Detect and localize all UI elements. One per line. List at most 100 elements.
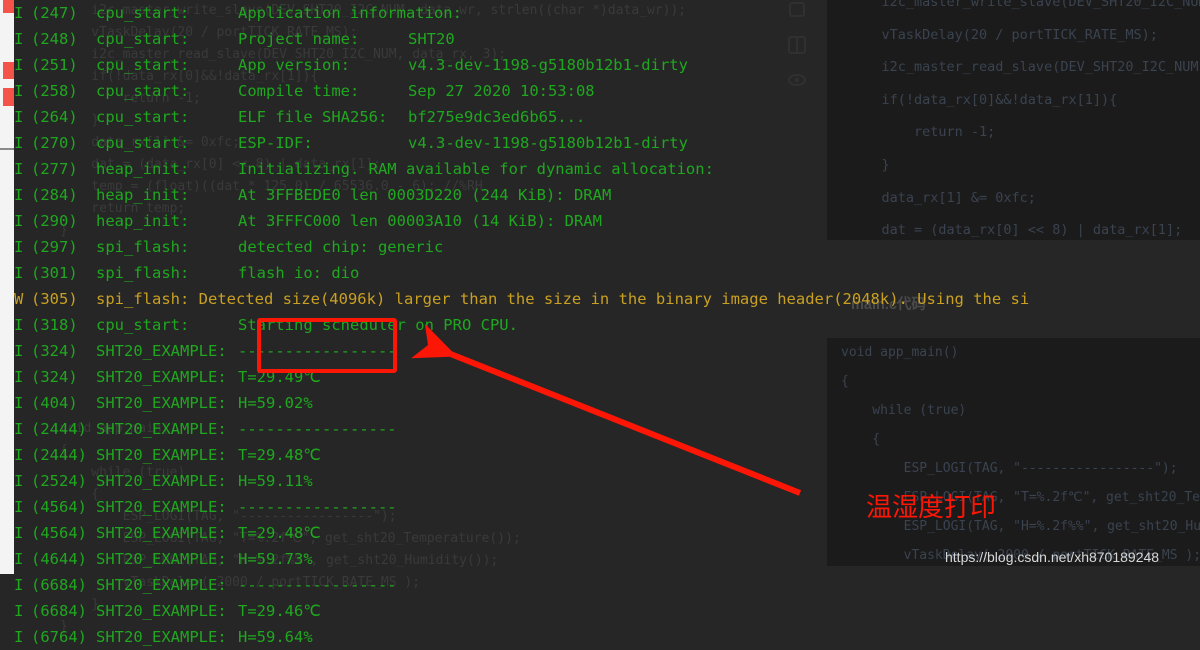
log-timestamp: (2444) (31, 446, 87, 464)
log-timestamp: (264) (31, 108, 78, 126)
log-line: I (297) spi_flash: detected chip: generic (14, 234, 1029, 260)
gutter-marker-3[interactable] (3, 88, 14, 106)
log-tag: cpu_start: (96, 316, 190, 334)
log-timestamp: (297) (31, 238, 78, 256)
log-level: I (14, 342, 24, 360)
log-message: Application information: (238, 4, 462, 22)
log-value: Sep 27 2020 10:53:08 (408, 82, 595, 100)
log-message: ----------------- (238, 576, 397, 594)
log-line: I (248) cpu_start: Project name: SHT20 (14, 26, 1029, 52)
log-tag: SHT20_EXAMPLE: (96, 602, 227, 620)
log-level: I (14, 316, 24, 334)
log-message: ----------------- (238, 420, 397, 438)
log-tag: heap_init: (96, 160, 190, 178)
log-message: Detected size(4096k) larger than the siz… (198, 290, 1030, 308)
log-value: v4.3-dev-1198-g5180b12b1-dirty (408, 56, 688, 74)
log-value: SHT20 (408, 30, 455, 48)
log-level: I (14, 446, 24, 464)
log-level: I (14, 264, 24, 282)
log-tag: SHT20_EXAMPLE: (96, 498, 227, 516)
log-timestamp: (301) (31, 264, 78, 282)
log-tag: SHT20_EXAMPLE: (96, 394, 227, 412)
log-level: I (14, 368, 24, 386)
log-tag: SHT20_EXAMPLE: (96, 524, 227, 542)
log-line: I (277) heap_init: Initializing. RAM availa… (14, 156, 1029, 182)
log-line: I (247) cpu_start: Application information: (14, 0, 1029, 26)
log-line: W (305) spi_flash: Detected size(4096k) la… (14, 286, 1029, 312)
log-message: H=59.73% (238, 550, 313, 568)
log-tag: cpu_start: (96, 30, 190, 48)
log-tag: SHT20_EXAMPLE: (96, 628, 227, 646)
log-level: I (14, 160, 24, 178)
annotation-temp-humidity-print: 温湿度打印 (866, 493, 997, 523)
log-level: I (14, 4, 24, 22)
log-message: ----------------- (238, 498, 397, 516)
log-tag: SHT20_EXAMPLE: (96, 368, 227, 386)
gutter-marker-2[interactable] (3, 62, 14, 79)
split-panel-icon[interactable] (786, 35, 808, 59)
log-timestamp: (6684) (31, 576, 87, 594)
log-tag: SHT20_EXAMPLE: (96, 446, 227, 464)
log-timestamp: (324) (31, 368, 78, 386)
log-tag: SHT20_EXAMPLE: (96, 342, 227, 360)
log-line: I (284) heap_init: At 3FFBEDE0 len 0003D220… (14, 182, 1029, 208)
log-timestamp: (251) (31, 56, 78, 74)
watermark-url: https://blog.csdn.net/xh870189248 (945, 549, 1160, 565)
log-timestamp: (4644) (31, 550, 87, 568)
log-level: I (14, 394, 24, 412)
log-timestamp: (2524) (31, 472, 87, 490)
log-line: I (2444) SHT20_EXAMPLE: T=29.48℃ (14, 442, 1029, 468)
log-timestamp: (277) (31, 160, 78, 178)
log-message: T=29.48℃ (238, 446, 321, 464)
gutter-separator (0, 148, 14, 150)
log-level: I (14, 498, 24, 516)
log-message: App version: (238, 56, 350, 74)
eye-icon[interactable] (786, 72, 808, 92)
log-value: v4.3-dev-1198-g5180b12b1-dirty (408, 134, 688, 152)
log-message: ELF file SHA256: (238, 108, 388, 126)
log-level: I (14, 186, 24, 204)
log-timestamp: (318) (31, 316, 78, 334)
highlight-box-temperature-humidity (257, 318, 397, 373)
editor-gutter[interactable] (0, 0, 14, 574)
log-timestamp: (404) (31, 394, 78, 412)
log-message: Compile time: (238, 82, 360, 100)
log-tag: spi_flash: (96, 264, 190, 282)
log-tag: spi_flash: (96, 238, 190, 256)
log-message: Project name: (238, 30, 360, 48)
log-level: I (14, 82, 24, 100)
log-line: I (258) cpu_start: Compile time: Sep 27 2020… (14, 78, 1029, 104)
log-timestamp: (324) (31, 342, 78, 360)
log-line: I (4644) SHT20_EXAMPLE: H=59.73% (14, 546, 1029, 572)
log-tag: SHT20_EXAMPLE: (96, 550, 227, 568)
log-level: I (14, 576, 24, 594)
log-timestamp: (247) (31, 4, 78, 22)
log-line: I (6684) SHT20_EXAMPLE: T=29.46℃ (14, 598, 1029, 624)
log-tag: SHT20_EXAMPLE: (96, 472, 227, 490)
log-message: At 3FFFC000 len 00003A10 (14 KiB): DRAM (238, 212, 602, 230)
log-message: detected chip: generic (238, 238, 444, 256)
log-line: I (301) spi_flash: flash io: dio (14, 260, 1029, 286)
log-message: H=59.64% (238, 628, 313, 646)
log-timestamp: (248) (31, 30, 78, 48)
log-tag: heap_init: (96, 212, 190, 230)
log-tag: cpu_start: (96, 56, 190, 74)
log-line: I (2444) SHT20_EXAMPLE: ----------------- (14, 416, 1029, 442)
log-level: I (14, 524, 24, 542)
log-message: H=59.02% (238, 394, 313, 412)
log-line: I (251) cpu_start: App version: v4.3-dev-119… (14, 52, 1029, 78)
log-timestamp: (4564) (31, 524, 87, 542)
log-message: At 3FFBEDE0 len 0003D220 (244 KiB): DRAM (238, 186, 612, 204)
log-tag: SHT20_EXAMPLE: (96, 576, 227, 594)
log-level: I (14, 212, 24, 230)
serial-monitor-log[interactable]: I (247) cpu_start: Application information:… (14, 0, 1029, 650)
maximize-icon[interactable] (786, 2, 808, 22)
log-message: T=29.48℃ (238, 524, 321, 542)
log-timestamp: (6764) (31, 628, 87, 646)
log-level: I (14, 30, 24, 48)
log-tag: cpu_start: (96, 82, 190, 100)
overlay-icon-group (786, 2, 808, 105)
gutter-marker-1[interactable] (3, 0, 14, 13)
log-tag: spi_flash: (96, 290, 199, 308)
log-line: I (324) SHT20_EXAMPLE: ----------------- (14, 338, 1029, 364)
